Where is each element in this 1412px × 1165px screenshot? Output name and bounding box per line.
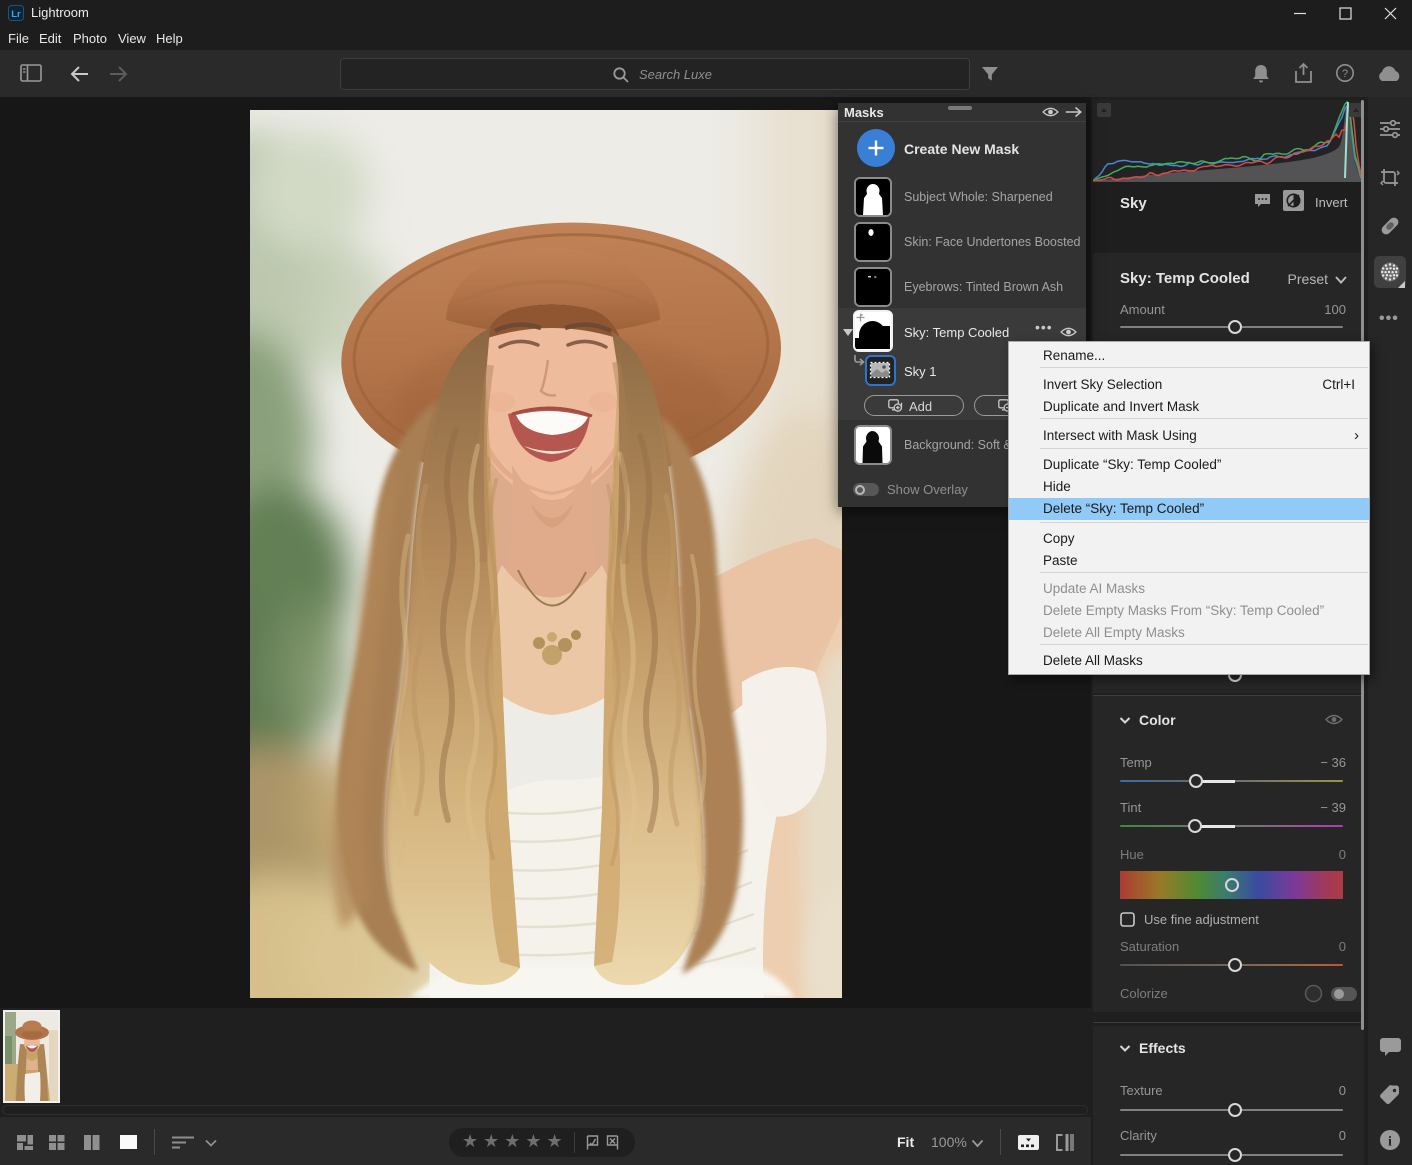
svg-text:?: ? xyxy=(1342,68,1348,80)
svg-text:i: i xyxy=(1388,1135,1392,1150)
svg-text:Lr: Lr xyxy=(11,9,21,20)
